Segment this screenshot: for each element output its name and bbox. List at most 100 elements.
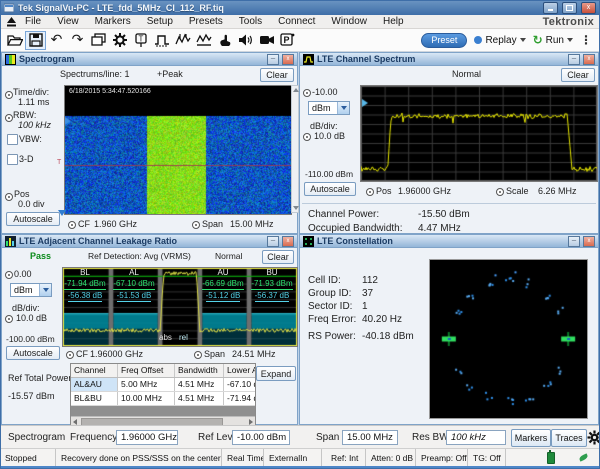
trigger-icon[interactable] — [151, 31, 172, 50]
settings-gear-icon[interactable] — [109, 31, 130, 50]
preset-p-icon[interactable]: P — [277, 31, 298, 50]
time-div-knob-icon[interactable] — [5, 91, 13, 99]
more-options-icon[interactable]: ⋮ — [580, 33, 592, 47]
constellation-plot[interactable] — [429, 259, 588, 419]
table-row[interactable]: BL&BU 10.00 MHz 4.51 MHz -71.94 d — [71, 392, 255, 406]
span-value[interactable]: 15.00 MHz — [230, 219, 274, 229]
save-icon[interactable] — [25, 31, 46, 50]
eject-icon[interactable] — [6, 17, 17, 27]
channel-spectrum-clear-button[interactable]: Clear — [561, 68, 595, 82]
constellation-titlebar[interactable]: LTE Constellation ─ x — [300, 235, 598, 248]
channel-spectrum-plot[interactable] — [360, 85, 598, 182]
open-folder-icon[interactable] — [4, 31, 25, 50]
aclr-cf-knob-icon[interactable] — [66, 351, 74, 359]
threed-checkbox[interactable] — [7, 154, 18, 165]
undo-icon[interactable]: ↶ — [46, 31, 67, 50]
aclr-clear-button[interactable]: Clear — [262, 250, 294, 264]
span-input[interactable]: 15.00 MHz — [342, 430, 398, 445]
dropdown-caret-icon[interactable] — [337, 102, 349, 114]
aclr-ref-level-knob-icon[interactable] — [5, 271, 13, 279]
menu-item-help[interactable]: Help — [375, 16, 412, 27]
aclr-table[interactable]: Channel Freq Offset Bandwidth Lower A AL… — [70, 363, 256, 427]
menu-item-markers[interactable]: Markers — [87, 16, 139, 27]
touch-icon[interactable] — [214, 31, 235, 50]
aclr-span-knob-icon[interactable] — [194, 351, 202, 359]
spectrogram-autoscale-button[interactable]: Autoscale — [6, 212, 60, 226]
aclr-minimize-icon[interactable]: ─ — [267, 236, 279, 247]
menu-item-file[interactable]: File — [17, 16, 49, 27]
channel-spectrum-close-icon[interactable]: x — [583, 54, 595, 65]
audio-icon[interactable] — [235, 31, 256, 50]
span-knob-icon[interactable] — [192, 221, 200, 229]
aclr-span-value[interactable]: 24.51 MHz — [232, 349, 276, 359]
channel-spectrum-canvas[interactable] — [361, 86, 597, 181]
res-bw-input[interactable]: 100 kHz — [446, 430, 506, 445]
position-marker-icon[interactable] — [58, 210, 66, 216]
menu-item-setup[interactable]: Setup — [139, 16, 181, 27]
analysis-time-icon[interactable]: T — [130, 31, 151, 50]
unit-dropdown[interactable]: dBm — [308, 101, 350, 115]
replay-dropdown-caret-icon[interactable] — [520, 38, 526, 42]
camera-icon[interactable] — [256, 31, 277, 50]
display-settings-gear-icon[interactable] — [587, 430, 600, 448]
aclr-close-icon[interactable]: x — [282, 236, 294, 247]
time-div-value[interactable]: 1.11 ms — [18, 97, 49, 107]
spectrogram-titlebar[interactable]: Spectrogram ─ x — [2, 53, 297, 66]
abs-trace-label[interactable]: abs — [159, 333, 172, 342]
frequency-input[interactable]: 1.96000 GHz — [116, 430, 178, 445]
spectrogram-minimize-icon[interactable]: ─ — [267, 54, 279, 65]
close-button[interactable]: x — [581, 2, 596, 14]
spectrogram-scrollbar[interactable] — [291, 85, 299, 213]
ref-level-value[interactable]: -10.00 — [312, 87, 338, 97]
constellation-canvas[interactable] — [430, 260, 587, 418]
pos-knob-icon[interactable] — [366, 188, 374, 196]
vbw-checkbox[interactable] — [7, 134, 18, 145]
ref-lev-input[interactable]: -10.00 dBm — [232, 430, 290, 445]
markers-waveform-icon[interactable] — [172, 31, 193, 50]
dbdiv-value[interactable]: 10.0 dB — [314, 131, 345, 141]
aclr-cf-value[interactable]: 1.96000 GHz — [90, 349, 143, 359]
rbw-knob-icon[interactable] — [5, 114, 13, 122]
menu-item-view[interactable]: View — [49, 16, 87, 27]
aclr-dbdiv-knob-icon[interactable] — [5, 315, 13, 323]
channel-spectrum-titlebar[interactable]: LTE Channel Spectrum ─ x — [300, 53, 598, 66]
maximize-button[interactable] — [562, 2, 577, 14]
pos-value[interactable]: 1.96000 GHz — [398, 186, 451, 196]
aclr-ref-level-value[interactable]: 0.00 — [14, 269, 32, 279]
expand-button[interactable]: Expand — [256, 366, 296, 381]
cf-knob-icon[interactable] — [68, 221, 76, 229]
run-dropdown-caret-icon[interactable] — [567, 38, 573, 42]
aclr-titlebar[interactable]: LTE Adjacent Channel Leakage Ratio ─ x — [2, 235, 297, 248]
rel-trace-label[interactable]: rel — [179, 333, 188, 342]
aclr-dbdiv-value[interactable]: 10.0 dB — [16, 313, 47, 323]
preset-button[interactable]: Preset — [421, 33, 467, 48]
displays-icon[interactable] — [88, 31, 109, 50]
spectrogram-canvas[interactable] — [65, 86, 291, 214]
spectrogram-clear-button[interactable]: Clear — [260, 68, 294, 82]
redo-icon[interactable]: ↷ — [67, 31, 88, 50]
ref-level-knob-icon[interactable] — [303, 89, 311, 97]
window-titlebar[interactable]: Tek SignalVu-PC - LTE_fdd_5MHz_CI_112_RF… — [0, 0, 600, 15]
menu-item-presets[interactable]: Presets — [181, 16, 231, 27]
markers-button[interactable]: Markers — [511, 429, 551, 447]
scale-value[interactable]: 6.26 MHz — [538, 186, 577, 196]
traces-button[interactable]: Traces — [551, 429, 587, 447]
minimize-button[interactable] — [543, 2, 558, 14]
constellation-close-icon[interactable]: x — [583, 236, 595, 247]
channel-spectrum-autoscale-button[interactable]: Autoscale — [304, 182, 356, 196]
menu-item-window[interactable]: Window — [323, 16, 375, 27]
replay-control[interactable]: Replay — [474, 35, 525, 46]
trace-icon[interactable] — [193, 31, 214, 50]
spectrogram-plot[interactable]: 6/18/2015 5:34:47.520166 — [64, 85, 292, 215]
spectrogram-close-icon[interactable]: x — [282, 54, 294, 65]
table-row[interactable]: AL&AU 5.00 MHz 4.51 MHz -67.10 d — [71, 378, 255, 392]
pos-value[interactable]: 0.0 div — [18, 199, 45, 209]
run-control[interactable]: ↻ Run — [533, 33, 573, 47]
scale-knob-icon[interactable] — [496, 188, 504, 196]
cf-value[interactable]: 1.960 GHz — [94, 219, 137, 229]
pos-knob-icon[interactable] — [5, 193, 13, 201]
dropdown-caret-icon[interactable] — [39, 284, 51, 296]
menu-item-connect[interactable]: Connect — [270, 16, 323, 27]
aclr-autoscale-button[interactable]: Autoscale — [6, 346, 60, 360]
menu-item-tools[interactable]: Tools — [231, 16, 270, 27]
